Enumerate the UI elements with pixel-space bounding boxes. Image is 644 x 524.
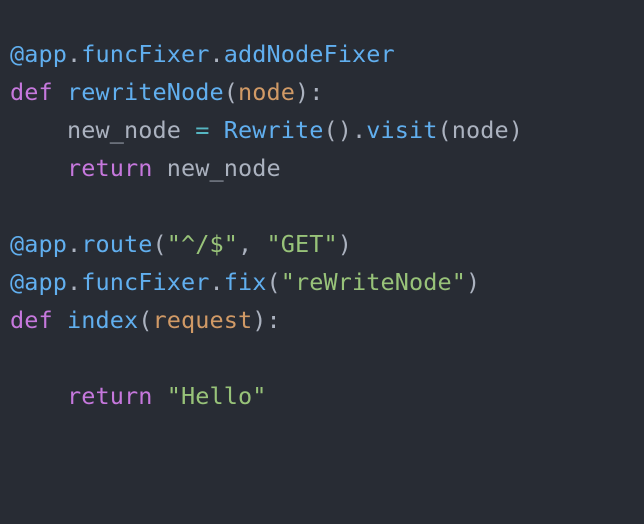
- code-token-call: Rewrite: [223, 116, 324, 144]
- code-token-punct: (: [152, 230, 167, 258]
- code-token-ident: new_node: [152, 154, 281, 182]
- code-line: ​: [10, 339, 523, 377]
- code-line: @app.route("^/$", "GET"): [10, 225, 523, 263]
- code-token-string: "^/$": [166, 230, 238, 258]
- code-line: @app.funcFixer.addNodeFixer: [10, 35, 523, 73]
- code-token-punct: (: [223, 78, 238, 106]
- code-token-punct: (: [266, 268, 281, 296]
- code-line: @app.funcFixer.fix("reWriteNode"): [10, 263, 523, 301]
- code-line: new_node = Rewrite().visit(node): [10, 111, 523, 149]
- code-token-keyword: return: [67, 382, 153, 410]
- code-token-ident: [10, 154, 67, 182]
- code-editor[interactable]: @app.funcFixer.addNodeFixer def rewriteNo…: [0, 0, 644, 524]
- code-token-keyword: def: [10, 78, 53, 106]
- code-token-funcname: rewriteNode: [67, 78, 224, 106]
- code-token-decorator: @app: [10, 40, 67, 68]
- code-token-string: "GET": [266, 230, 338, 258]
- code-line: def index(request):: [10, 301, 523, 339]
- code-token-punct: (: [138, 306, 153, 334]
- code-token-ident: [10, 382, 67, 410]
- code-token-string: "reWriteNode": [280, 268, 466, 296]
- code-line: ​: [10, 187, 523, 225]
- code-token-punct: (node): [437, 116, 523, 144]
- code-token-punct: ):: [294, 78, 324, 106]
- code-token-ident: [209, 116, 223, 144]
- code-token-ident: [53, 78, 67, 106]
- code-token-decorator: addNodeFixer: [223, 40, 395, 68]
- code-token-punct: ): [337, 230, 352, 258]
- code-token-param: node: [237, 78, 295, 106]
- code-token-string: "Hello": [166, 382, 267, 410]
- code-token-punct: .: [67, 268, 82, 296]
- code-token-call: visit: [366, 116, 438, 144]
- code-token-funcname: index: [67, 306, 139, 334]
- code-token-decorator: funcFixer: [81, 268, 210, 296]
- code-token-ident: [53, 306, 67, 334]
- code-token-punct: ().: [323, 116, 367, 144]
- code-token-punct: .: [67, 230, 82, 258]
- code-token-keyword: return: [67, 154, 153, 182]
- code-token-ident: [153, 382, 167, 410]
- code-token-op: =: [195, 116, 210, 144]
- code-token-punct: ,: [238, 230, 267, 258]
- code-token-punct: ):: [252, 306, 281, 334]
- code-token-decorator: @app: [10, 268, 67, 296]
- code-block[interactable]: @app.funcFixer.addNodeFixer def rewriteNo…: [10, 35, 523, 415]
- code-token-punct: ): [465, 268, 481, 296]
- code-token-punct: .: [67, 40, 82, 68]
- code-token-decorator: route: [81, 230, 153, 258]
- code-line: def rewriteNode(node):: [10, 73, 523, 111]
- code-token-ident: new_node: [10, 116, 196, 144]
- code-token-decorator: funcFixer: [81, 40, 210, 68]
- code-line: return "Hello": [10, 377, 523, 415]
- code-line: return new_node: [10, 149, 523, 187]
- code-token-keyword: def: [10, 306, 53, 334]
- code-token-punct: .: [209, 40, 224, 68]
- code-token-param: request: [152, 306, 253, 334]
- code-token-decorator: fix: [223, 268, 267, 296]
- code-token-decorator: @app: [10, 230, 67, 258]
- code-token-punct: .: [209, 268, 224, 296]
